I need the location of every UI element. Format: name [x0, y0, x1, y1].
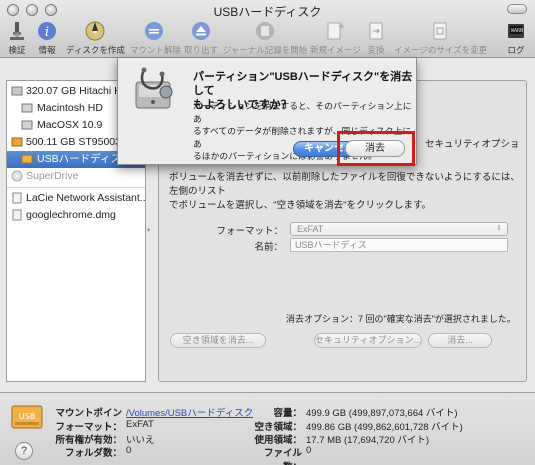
sidebar-item-label: MacOSX 10.9 [37, 119, 103, 131]
convert-icon [369, 22, 383, 40]
volume-icon [21, 120, 33, 130]
security-options-button[interactable]: セキュリティオプション... [314, 333, 422, 348]
used-value: 17.7 MB (17,694,720 バイト) [306, 435, 430, 446]
owners-value: いいえ [126, 435, 155, 446]
volume-icon [21, 103, 33, 113]
erase-description: ボリュームを消去せずに、以前削除したファイルを回復できないようにするには、左側の… [169, 171, 524, 213]
eject-icon [192, 22, 210, 40]
security-option-fragment: セキュリティオプショ [425, 139, 520, 150]
toolbar-journal-button[interactable]: ジャーナル記録を開始 [222, 20, 308, 56]
files-value: 0 [306, 445, 312, 456]
available-label: 空き領域： [254, 422, 302, 433]
external-volume-icon [21, 154, 33, 164]
used-label: 使用領域： [254, 435, 302, 446]
sidebar-divider [7, 187, 145, 188]
sheet-title-line: パーティション"USBハードディスク"を消去して [193, 71, 413, 97]
sidebar-item-label: 500.11 GB ST950032 [26, 136, 127, 148]
toolbar-verify-button[interactable]: 検証 [4, 20, 30, 56]
unmount-icon [145, 22, 163, 40]
format-label: フォーマット： [216, 226, 283, 237]
toolbar-label: イメージのサイズを変更 [394, 45, 488, 55]
hard-disk-icon [11, 86, 23, 96]
resize-image-icon [433, 22, 447, 40]
help-button[interactable]: ? [15, 442, 33, 460]
folders-label: フォルダ数： [64, 448, 122, 459]
external-disk-icon [11, 137, 23, 147]
format-select[interactable]: ExFAT ⇕ [290, 222, 508, 236]
svg-text:+: + [338, 22, 345, 32]
toolbar-convert-button[interactable]: 変換 [364, 20, 388, 56]
sidebar-item-label: LaCie Network Assistant... [26, 192, 146, 204]
disk-utility-icon [135, 67, 173, 109]
sheet-message-line: パーティションを消去すると、そのパーティション上にあ [193, 101, 412, 124]
name-label: 名前： [254, 242, 283, 253]
toolbar-label: ジャーナル記録を開始 [222, 45, 308, 55]
capacity-value: 499.9 GB (499,897,073,664 バイト) [306, 408, 458, 419]
erase-free-space-button[interactable]: 空き領域を消去... [170, 333, 266, 348]
sidebar-item-label: Macintosh HD [37, 102, 103, 114]
description-line: ボリュームを消去せずに、以前削除したファイルを回復できないようにするには、左側の… [169, 172, 520, 197]
toolbar-label: 取り出す [184, 45, 219, 55]
optical-drive-icon [11, 170, 23, 182]
toolbar: USBハードディスク 検証 i 情報 ディスクを作成 マウント解除 取り出す ジ… [0, 0, 535, 58]
window-title: USBハードディスク [213, 5, 322, 19]
toolbar-unmount-button[interactable]: マウント解除 [130, 20, 182, 56]
svg-text:i: i [45, 25, 49, 40]
toolbar-label: 変換 [367, 45, 385, 55]
format-info-value: ExFAT [126, 419, 154, 430]
format-info-label: フォーマット： [55, 422, 122, 433]
log-icon: WARN [508, 24, 524, 38]
toolbar-label: ディスクを作成 [66, 45, 125, 55]
info-icon: i [38, 22, 56, 40]
toolbar-eject-button[interactable]: 取り出す [184, 20, 218, 56]
erase-button[interactable]: 消去... [428, 333, 492, 348]
description-line: でボリュームを選択し、"空き領域を消去"をクリックします。 [169, 200, 432, 211]
toolbar-info-button[interactable]: i 情報 [34, 20, 60, 56]
new-image-icon: + [327, 22, 345, 40]
toolbar-label: 情報 [38, 45, 56, 55]
sidebar-item-superdrive[interactable]: SuperDrive [7, 168, 145, 185]
toolbar-label: マウント解除 [130, 45, 182, 55]
sidebar-item-label: googlechrome.dmg [26, 209, 116, 221]
sidebar-item-lacie-image[interactable]: LaCie Network Assistant... [7, 190, 146, 207]
toolbar-toggle-button[interactable] [507, 4, 527, 14]
name-field[interactable]: USBハードディス [290, 238, 508, 252]
toolbar-resize-image-button[interactable]: イメージのサイズを変更 [394, 20, 488, 56]
erase-button-highlight [337, 131, 415, 166]
sidebar-item-label: SuperDrive [26, 170, 79, 182]
toolbar-label: 新規イメージ [310, 45, 361, 55]
mount-point-link[interactable]: /Volumes/USBハードディスク [126, 405, 253, 419]
toolbar-new-image-button[interactable]: + 新規イメージ [310, 20, 361, 56]
journal-icon [256, 22, 274, 40]
available-value: 499.86 GB (499,862,601,728 バイト) [306, 422, 463, 433]
toolbar-log-button[interactable]: WARN ログ [500, 20, 532, 56]
select-arrows-icon: ⇕ [496, 225, 502, 232]
toolbar-label: 検証 [8, 45, 26, 55]
sidebar-item-chrome-image[interactable]: googlechrome.dmg [7, 207, 145, 224]
folders-value: 0 [126, 445, 132, 456]
external-disk-icon: USB [11, 405, 43, 429]
disk-image-icon [12, 192, 22, 204]
format-select-value: ExFAT [297, 224, 324, 234]
owners-label: 所有権が有効： [55, 435, 122, 446]
svg-text:USB: USB [19, 412, 35, 421]
split-view-handle[interactable]: • [147, 225, 150, 235]
microscope-icon [10, 22, 24, 40]
toolbar-burn-button[interactable]: ディスクを作成 [66, 20, 125, 56]
files-label: ファイル数： [263, 448, 302, 465]
disk-utility-window: USBハードディスク 検証 i 情報 ディスクを作成 マウント解除 取り出す ジ… [0, 0, 535, 465]
capacity-label: 容量： [273, 408, 302, 419]
disk-image-icon [12, 209, 22, 221]
toolbar-label: ログ [507, 45, 525, 55]
svg-text:WARN: WARN [511, 28, 523, 34]
burn-icon [85, 21, 105, 41]
erase-option-note: 消去オプション：7 回の"確実な消去"が選択されました。 [286, 314, 516, 324]
